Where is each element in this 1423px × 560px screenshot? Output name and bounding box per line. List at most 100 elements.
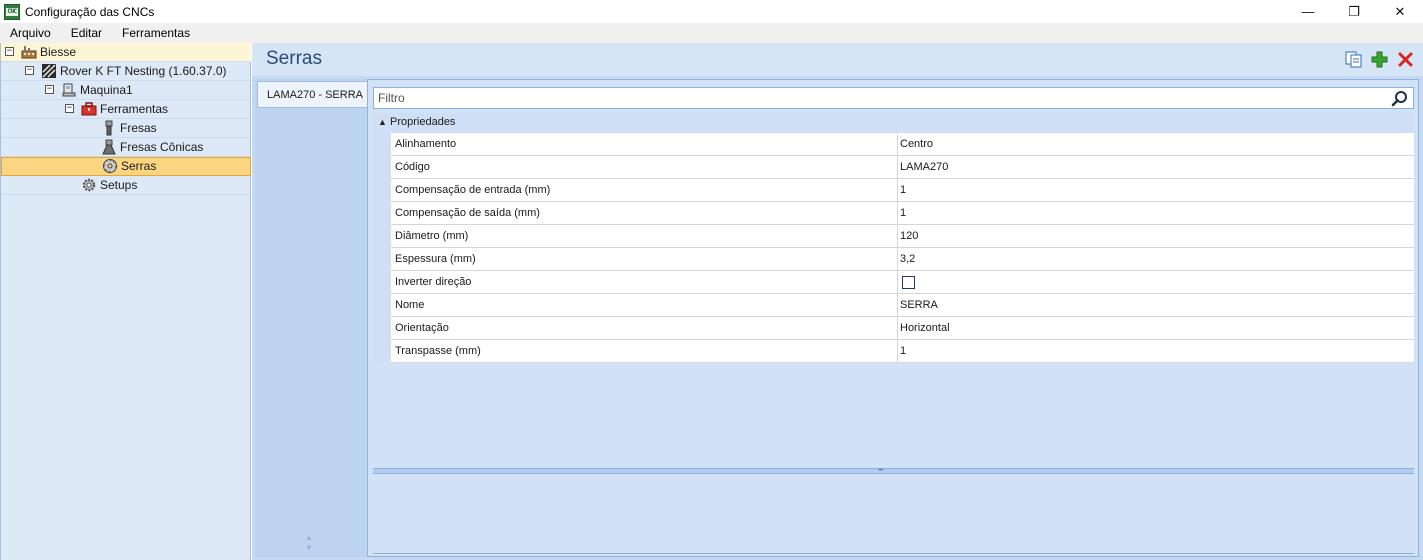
collapse-toggle[interactable]: − xyxy=(5,47,14,56)
collapse-toggle[interactable]: − xyxy=(65,104,74,113)
property-value[interactable]: Centro xyxy=(898,133,1414,156)
property-name: Compensação de saída (mm) xyxy=(391,202,898,225)
tree-item-ferramentas[interactable]: − Ferramentas xyxy=(1,100,251,119)
window-controls: — ❐ ✕ xyxy=(1285,0,1423,23)
tree-item-serras[interactable]: Serras xyxy=(1,157,251,176)
tab-scroll-arrows[interactable]: ▲ ▼ xyxy=(305,533,313,553)
maximize-button[interactable]: ❐ xyxy=(1331,0,1377,23)
property-value[interactable]: 3,2 xyxy=(898,248,1414,271)
tree-item-machine-model[interactable]: − Rover K FT Nesting (1.60.37.0) xyxy=(1,62,251,81)
window-title: Configuração das CNCs xyxy=(25,4,155,19)
tree-item-setups[interactable]: Setups xyxy=(1,176,251,195)
tree-label: Fresas Cônicas xyxy=(120,140,204,154)
factory-icon xyxy=(21,44,37,60)
tree-item-fresas[interactable]: Fresas xyxy=(1,119,251,138)
row-gutter xyxy=(373,156,391,179)
add-icon xyxy=(1371,51,1387,67)
property-value[interactable]: 120 xyxy=(898,225,1414,248)
row-gutter xyxy=(373,317,391,340)
gear-icon xyxy=(81,177,97,193)
row-gutter xyxy=(373,133,391,156)
minimize-button[interactable]: — xyxy=(1285,0,1331,23)
row-gutter xyxy=(373,271,391,294)
filter-input[interactable] xyxy=(374,88,1413,108)
end-mill-icon xyxy=(101,120,117,136)
property-row[interactable]: Alinhamento Centro xyxy=(373,133,1414,156)
tree-label: Setups xyxy=(100,178,138,192)
filter-box xyxy=(373,87,1414,109)
property-value[interactable]: 1 xyxy=(898,179,1414,202)
property-name: Diâmetro (mm) xyxy=(391,225,898,248)
property-value[interactable]: 1 xyxy=(898,340,1414,363)
tree-panel: − Biesse − Rover K FT Nesting (1.60.37.0… xyxy=(0,43,251,560)
property-row[interactable]: Transpasse (mm) 1 xyxy=(373,340,1414,363)
tab-lama270-serra[interactable]: LAMA270 - SERRA xyxy=(257,81,368,108)
page-title: Serras xyxy=(266,48,322,69)
property-row[interactable]: Espessura (mm) 3,2 xyxy=(373,248,1414,271)
property-row[interactable]: Orientação Horizontal xyxy=(373,317,1414,340)
copy-button[interactable] xyxy=(1343,49,1363,69)
menu-editar[interactable]: Editar xyxy=(61,23,112,43)
property-name: Alinhamento xyxy=(391,133,898,156)
tree-label: Ferramentas xyxy=(100,102,169,116)
delete-icon xyxy=(1398,52,1412,66)
conical-mill-icon xyxy=(101,139,117,155)
property-row[interactable]: Código LAMA270 xyxy=(373,156,1414,179)
tab-strip: LAMA270 - SERRA ▲ ▼ xyxy=(255,79,368,557)
section-header: Serras xyxy=(252,43,1423,76)
tree-label: Biesse xyxy=(40,45,77,59)
row-gutter xyxy=(373,248,391,271)
tree-item-maquina1[interactable]: − Maquina1 xyxy=(1,81,251,100)
property-name: Orientação xyxy=(391,317,898,340)
collapse-toggle[interactable]: − xyxy=(25,66,34,75)
collapse-toggle[interactable]: − xyxy=(45,85,54,94)
app-logo-icon: CNC xyxy=(4,3,20,20)
property-value[interactable]: LAMA270 xyxy=(898,156,1414,179)
splitter-grip-icon: •••• xyxy=(878,468,884,474)
property-grid: ▲ Propriedades Alinhamento Centro Código… xyxy=(373,113,1414,363)
property-value[interactable]: Horizontal xyxy=(898,317,1414,340)
cnc-machine-icon xyxy=(41,63,57,79)
tree-label: Rover K FT Nesting (1.60.37.0) xyxy=(60,64,227,78)
description-pane xyxy=(373,474,1414,554)
property-row[interactable]: Nome SERRA xyxy=(373,294,1414,317)
property-name: Inverter direção xyxy=(391,271,898,294)
saw-blade-icon xyxy=(102,158,118,174)
row-gutter xyxy=(373,225,391,248)
header-actions xyxy=(1343,49,1415,69)
property-row[interactable]: Diâmetro (mm) 120 xyxy=(373,225,1414,248)
property-row[interactable]: Compensação de entrada (mm) 1 xyxy=(373,179,1414,202)
tree-item-biesse[interactable]: − Biesse xyxy=(1,43,251,62)
menu-arquivo[interactable]: Arquivo xyxy=(0,23,61,43)
inverter-direcao-checkbox[interactable] xyxy=(902,275,915,289)
toolbox-icon xyxy=(81,101,97,117)
property-value[interactable]: 1 xyxy=(898,202,1414,225)
property-name: Código xyxy=(391,156,898,179)
property-row[interactable]: Compensação de saída (mm) 1 xyxy=(373,202,1414,225)
grid-empty-area xyxy=(373,363,1414,469)
search-icon xyxy=(1391,91,1407,107)
row-gutter xyxy=(373,340,391,363)
row-gutter xyxy=(373,179,391,202)
title-bar: CNC Configuração das CNCs — ❐ ✕ xyxy=(0,0,1423,23)
category-propriedades[interactable]: ▲ Propriedades xyxy=(373,113,1414,133)
tree-item-fresas-conicas[interactable]: Fresas Cônicas xyxy=(1,138,251,157)
property-name: Transpasse (mm) xyxy=(391,340,898,363)
property-name: Compensação de entrada (mm) xyxy=(391,179,898,202)
add-button[interactable] xyxy=(1369,49,1389,69)
delete-button[interactable] xyxy=(1395,49,1415,69)
main-panel: Serras LAMA270 - SERRA ▲▼ ▲ xyxy=(252,43,1423,560)
row-gutter xyxy=(373,202,391,225)
machine-icon xyxy=(61,82,77,98)
tree-label: Maquina1 xyxy=(80,83,133,97)
tree-label: Serras xyxy=(121,159,157,173)
search-button[interactable] xyxy=(1391,90,1409,108)
collapse-caret-icon[interactable]: ▲ xyxy=(378,117,387,127)
menu-ferramentas[interactable]: Ferramentas xyxy=(112,23,200,43)
property-name: Espessura (mm) xyxy=(391,248,898,271)
close-button[interactable]: ✕ xyxy=(1377,0,1423,23)
property-value[interactable]: SERRA xyxy=(898,294,1414,317)
property-row[interactable]: Inverter direção xyxy=(373,271,1414,294)
property-name: Nome xyxy=(391,294,898,317)
menu-bar: Arquivo Editar Ferramentas xyxy=(0,23,1423,43)
